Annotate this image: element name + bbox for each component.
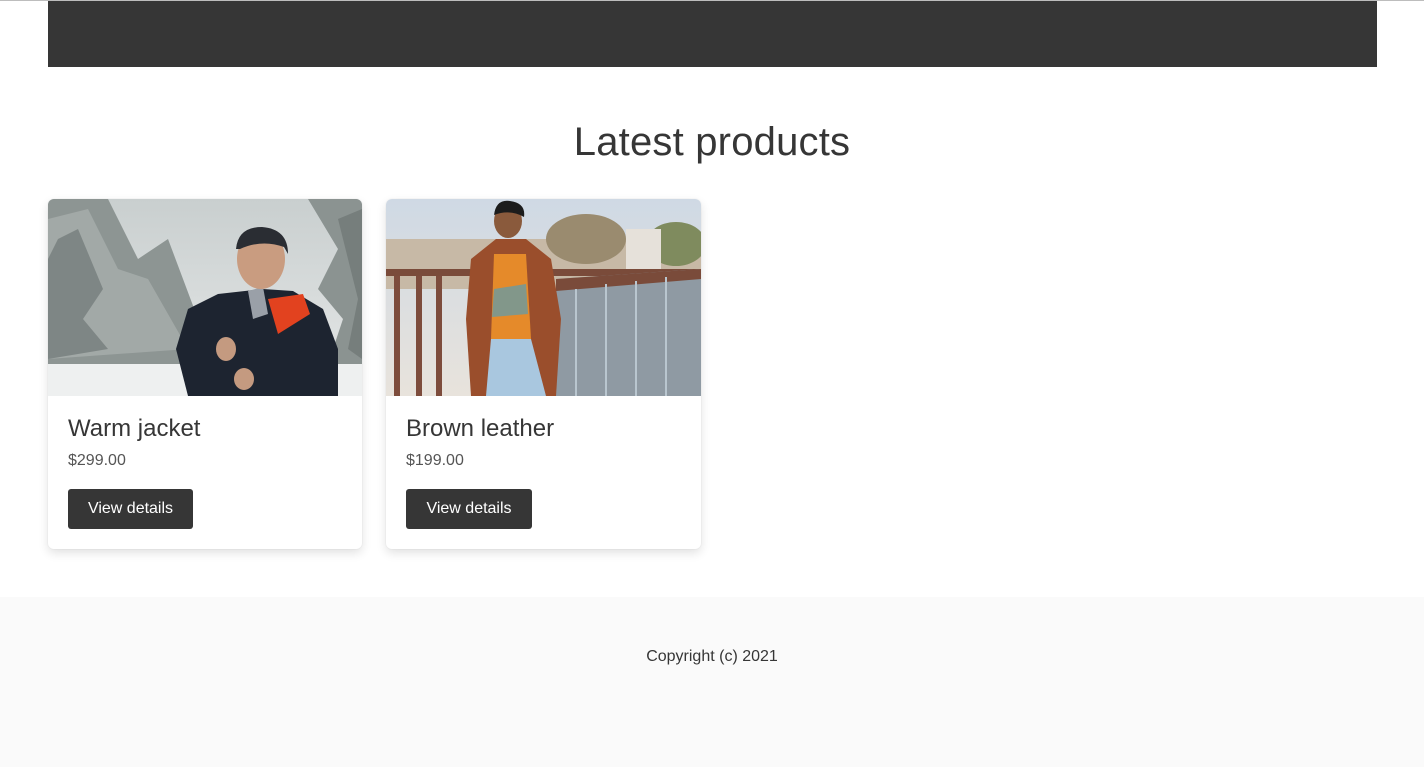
copyright-text: Copyright (c) 2021 (646, 648, 778, 665)
product-photo (48, 199, 362, 396)
product-image-warm-jacket[interactable] (48, 199, 362, 396)
product-card: Warm jacket $299.00 View details (48, 199, 362, 549)
page-title: Latest products (573, 120, 851, 164)
product-photo (386, 199, 701, 396)
product-image-brown-leather[interactable] (386, 199, 701, 396)
product-price: $299.00 (68, 452, 126, 469)
view-details-button[interactable]: View details (68, 489, 193, 529)
product-card: Brown leather $199.00 View details (386, 199, 701, 549)
product-name[interactable]: Brown leather (406, 415, 681, 443)
product-price: $199.00 (406, 452, 464, 469)
product-name[interactable]: Warm jacket (68, 415, 342, 443)
navbar (48, 1, 1377, 67)
view-details-button[interactable]: View details (406, 489, 532, 529)
footer: Copyright (c) 2021 (0, 597, 1424, 767)
